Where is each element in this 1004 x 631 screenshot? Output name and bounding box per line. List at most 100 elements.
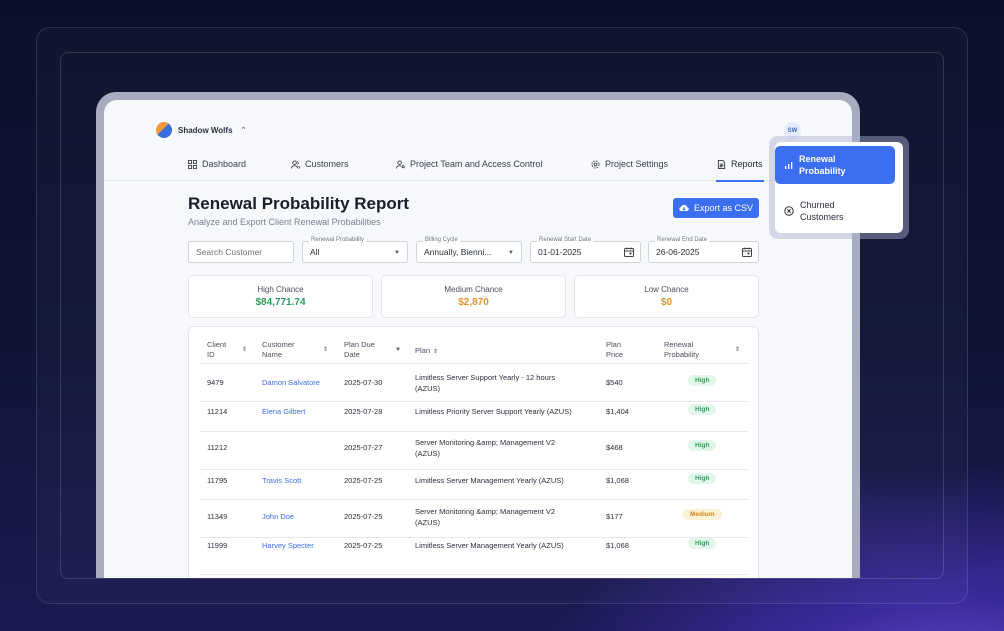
cell-plan-price: $468	[606, 443, 623, 452]
cell-plan-price: $177	[606, 512, 623, 521]
cell-client-id: 11214	[207, 407, 228, 416]
label-line: Probability	[799, 166, 846, 176]
row-divider	[200, 401, 748, 402]
renewal-end-date-input[interactable]: Renewal End Date 26-06-2025	[648, 237, 759, 263]
menu-item-label: Renewal Probability	[799, 153, 846, 177]
probability-badge: High	[688, 440, 717, 451]
column-header-renewal-probability[interactable]: Renewal Probability ⇕	[664, 340, 740, 360]
summary-label: High Chance	[257, 285, 304, 294]
summary-value: $0	[660, 297, 673, 308]
header-line: Plan	[415, 346, 431, 355]
probability-badge: Medium	[683, 509, 722, 520]
renewal-probability-select[interactable]: Renewal Probability All ▼	[302, 237, 408, 263]
org-switcher[interactable]: Shadow Wolfs ⌃	[156, 122, 246, 138]
cell-plan-line: Limitless Server Management Yearly (AZUS…	[415, 476, 564, 485]
cell-customer-name[interactable]: Elena Gilbert	[262, 407, 305, 417]
cell-plan-due-date: 2025-07-25	[344, 541, 383, 550]
sort-icon[interactable]: ⇕	[735, 345, 740, 355]
billing-cycle-value: Annually, Bienni...	[424, 247, 492, 257]
row-divider	[200, 537, 748, 538]
label-line: Churned	[800, 200, 835, 210]
grid-icon	[188, 159, 197, 169]
sort-icon[interactable]: ⇕	[433, 349, 438, 355]
calendar-icon[interactable]	[742, 247, 752, 257]
column-header-client-id[interactable]: Client ⇕ ID	[207, 340, 247, 360]
header-line: Customer	[262, 340, 295, 349]
caret-down-icon[interactable]: ▼	[395, 345, 401, 355]
cell-plan-line: Server Monitoring &amp; Management V2	[415, 438, 556, 447]
header-line: Plan Due	[344, 340, 375, 349]
cell-plan-due-date: 2025-07-25	[344, 476, 383, 485]
summary-card-medium: Medium Chance $2,870	[381, 275, 566, 318]
page-subtitle: Analyze and Export Client Renewal Probab…	[188, 217, 381, 227]
billing-cycle-select[interactable]: Billing Cycle Annually, Bienni... ▼	[416, 237, 522, 263]
cell-client-id: 11212	[207, 443, 228, 452]
cell-plan-line: (AZUS)	[415, 384, 440, 393]
users-icon	[291, 159, 300, 169]
sort-icon[interactable]: ⇕	[242, 345, 247, 355]
cell-client-id: 11349	[207, 512, 228, 521]
app-screen: Shadow Wolfs ⌃ SW Dashboard Customers Pr…	[104, 100, 852, 578]
calendar-icon[interactable]	[624, 247, 634, 257]
probability-badge: High	[688, 473, 717, 484]
x-circle-icon	[784, 206, 794, 216]
cell-customer-name[interactable]: Harvey Specter	[262, 541, 314, 551]
cell-plan-line: Limitless Priority Server Support Yearly…	[415, 407, 572, 416]
header-line: Date	[344, 350, 360, 359]
nav-customers[interactable]: Customers	[291, 159, 349, 169]
summary-label: Low Chance	[644, 285, 689, 294]
probability-badge: High	[688, 404, 717, 415]
reports-dropdown: Renewal Probability Churned Customers	[769, 136, 909, 239]
cell-plan-line: (AZUS)	[415, 518, 440, 527]
nav-customers-label: Customers	[305, 159, 349, 169]
nav-reports[interactable]: Reports	[717, 159, 763, 169]
header-line: Client	[207, 340, 227, 349]
cell-customer-name[interactable]: Damon Salvatore	[262, 378, 320, 388]
nav-dashboard[interactable]: Dashboard	[188, 159, 246, 169]
renewal-start-date-label: Renewal Start Date	[537, 237, 594, 243]
nav-project-settings[interactable]: Project Settings	[591, 159, 668, 169]
cloud-download-icon	[679, 204, 689, 212]
renewal-start-date-input[interactable]: Renewal Start Date 01-01-2025	[530, 237, 641, 263]
caret-down-icon: ▼	[394, 250, 400, 256]
label-line: Renewal	[799, 154, 836, 164]
export-csv-label: Export as CSV	[693, 203, 754, 213]
header-line: Name	[262, 350, 283, 359]
device-frame: Shadow Wolfs ⌃ SW Dashboard Customers Pr…	[96, 92, 860, 578]
header-line: Plan	[606, 340, 622, 349]
search-placeholder: Search Customer	[196, 247, 263, 257]
header-divider	[200, 363, 748, 364]
row-divider	[200, 431, 748, 432]
summary-label: Medium Chance	[444, 285, 503, 294]
billing-cycle-label: Billing Cycle	[423, 237, 460, 243]
column-header-customer-name[interactable]: Customer ⇕ Name	[262, 340, 328, 360]
cell-plan-price: $1,404	[606, 407, 629, 416]
cell-client-id: 9479	[207, 378, 224, 387]
column-header-plan[interactable]: Plan ⇕	[415, 346, 438, 357]
column-header-plan-price[interactable]: Plan Price	[606, 340, 623, 360]
export-csv-button[interactable]: Export as CSV	[673, 198, 759, 218]
summary-value: $84,771.74	[255, 297, 306, 308]
document-icon	[717, 159, 726, 169]
cell-customer-name[interactable]: John Doe	[262, 512, 294, 522]
org-name: Shadow Wolfs	[178, 125, 233, 135]
column-header-plan-due-date[interactable]: Plan Due Date ▼	[344, 340, 401, 360]
renewal-end-date-label: Renewal End Date	[655, 237, 710, 243]
reports-dropdown-panel: Renewal Probability Churned Customers	[775, 142, 903, 233]
summary-card-low: Low Chance $0	[574, 275, 759, 318]
org-logo	[156, 122, 172, 138]
cell-customer-name[interactable]: Travis Scott	[262, 476, 301, 486]
menu-item-renewal-probability[interactable]: Renewal Probability	[775, 146, 895, 184]
label-line: Customers	[800, 212, 844, 222]
cell-plan-price: $1,068	[606, 541, 629, 550]
nav-project-team[interactable]: Project Team and Access Control	[396, 159, 542, 169]
sort-icon[interactable]: ⇕	[323, 345, 328, 355]
menu-item-churned-customers[interactable]: Churned Customers	[775, 192, 895, 230]
renewal-probability-value: All	[310, 247, 320, 257]
search-input[interactable]: Search Customer	[188, 241, 294, 263]
nav-project-settings-label: Project Settings	[605, 159, 669, 169]
menu-item-label: Churned Customers	[800, 199, 844, 223]
row-divider	[200, 574, 748, 575]
cell-client-id: 11795	[207, 476, 228, 485]
caret-down-icon: ▼	[508, 250, 514, 256]
